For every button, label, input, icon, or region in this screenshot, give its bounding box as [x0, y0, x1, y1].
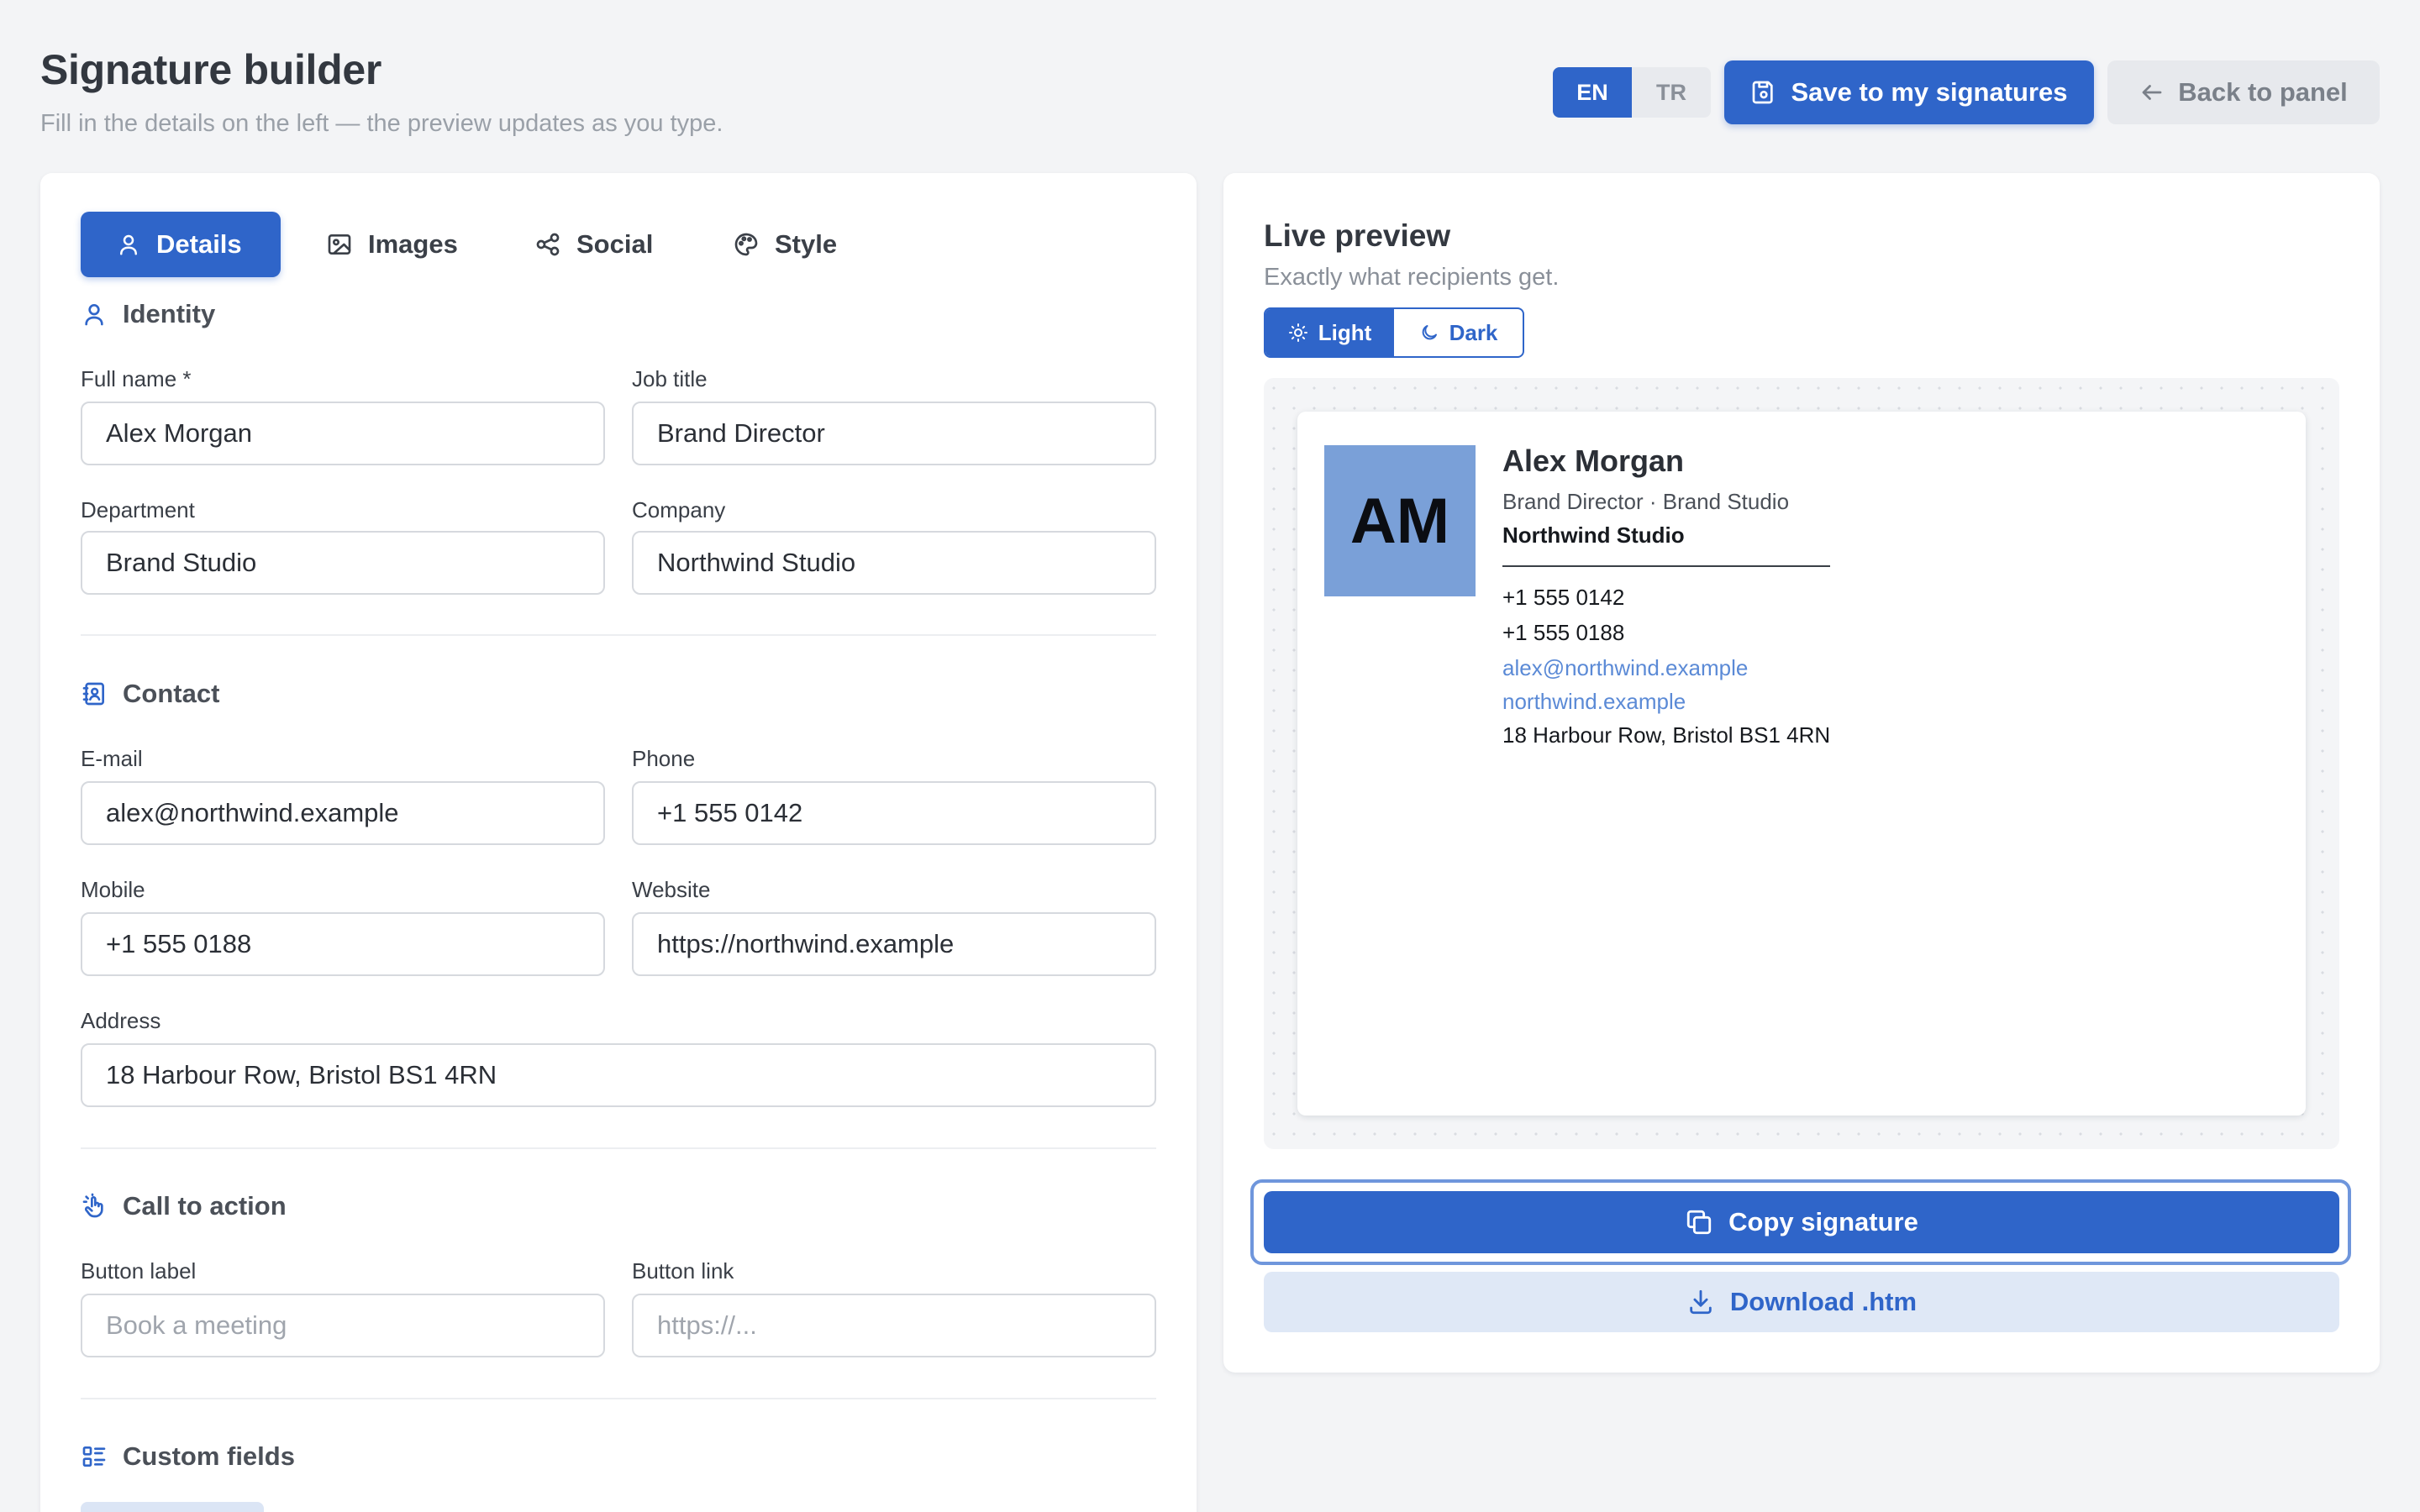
button-label-input[interactable]: Book a meeting	[81, 1294, 605, 1357]
button-link-input[interactable]: https://...	[632, 1294, 1156, 1357]
address-input[interactable]: 18 Harbour Row, Bristol BS1 4RN	[81, 1043, 1156, 1107]
image-icon	[326, 231, 353, 258]
signature-mobile: +1 555 0188	[1502, 620, 1625, 645]
cta-section-heading: Call to action	[81, 1191, 287, 1221]
save-to-signatures-button[interactable]: Save to my signatures	[1724, 60, 2094, 124]
signature-name: Alex Morgan	[1502, 444, 1685, 478]
arrow-left-icon	[2139, 80, 2165, 105]
preview-title: Live preview	[1264, 218, 1451, 253]
tab-details[interactable]: Details	[81, 212, 281, 277]
theme-light-label: Light	[1318, 319, 1372, 345]
cta-heading-label: Call to action	[123, 1191, 287, 1221]
job-title-label: Job title	[632, 366, 708, 391]
contact-heading-label: Contact	[123, 679, 220, 708]
user-icon	[81, 301, 108, 328]
theme-light-button[interactable]: Light	[1265, 309, 1394, 356]
copy-signature-label: Copy signature	[1728, 1207, 1918, 1236]
back-to-panel-button[interactable]: Back to panel	[2107, 60, 2380, 124]
signature-divider	[1502, 565, 1830, 567]
signature-role: Brand Director · Brand Studio	[1502, 489, 1790, 514]
avatar: AM	[1324, 445, 1476, 596]
custom-fields-heading-label: Custom fields	[123, 1441, 295, 1471]
section-divider	[81, 1147, 1156, 1149]
identity-section-heading: Identity	[81, 299, 215, 329]
download-icon	[1686, 1288, 1715, 1316]
sun-icon	[1288, 323, 1308, 343]
theme-dark-label: Dark	[1449, 319, 1498, 345]
moon-icon	[1419, 323, 1439, 343]
signature-email-link[interactable]: alex@northwind.example	[1502, 655, 1748, 681]
department-input[interactable]: Brand Studio	[81, 531, 605, 595]
contact-section-heading: Contact	[81, 679, 219, 709]
custom-fields-section-heading: Custom fields	[81, 1441, 295, 1472]
button-link-label: Button link	[632, 1258, 734, 1284]
list-details-icon	[81, 1443, 108, 1470]
address-book-icon	[81, 680, 108, 707]
copy-icon	[1685, 1208, 1713, 1236]
tab-images[interactable]: Images	[291, 212, 493, 277]
back-button-label: Back to panel	[2178, 77, 2348, 107]
section-divider	[81, 634, 1156, 636]
download-htm-button[interactable]: Download .htm	[1264, 1272, 2339, 1332]
preview-subtitle: Exactly what recipients get.	[1264, 264, 1560, 291]
email-label: E-mail	[81, 746, 143, 771]
signature-address: 18 Harbour Row, Bristol BS1 4RN	[1502, 722, 1831, 748]
job-title-input[interactable]: Brand Director	[632, 402, 1156, 465]
tab-style[interactable]: Style	[697, 212, 872, 277]
button-label-label: Button label	[81, 1258, 197, 1284]
full-name-input[interactable]: Alex Morgan	[81, 402, 605, 465]
company-input[interactable]: Northwind Studio	[632, 531, 1156, 595]
palette-icon	[733, 231, 760, 258]
lang-tr-button[interactable]: TR	[1632, 67, 1711, 118]
website-label: Website	[632, 877, 711, 902]
identity-heading-label: Identity	[123, 299, 216, 328]
section-divider	[81, 1398, 1156, 1399]
department-label: Department	[81, 497, 195, 522]
page-subtitle: Fill in the details on the left — the pr…	[40, 110, 723, 137]
add-custom-field-button[interactable]	[81, 1502, 264, 1512]
lang-en-button[interactable]: EN	[1553, 67, 1632, 118]
email-input[interactable]: alex@northwind.example	[81, 781, 605, 845]
tab-social-label: Social	[576, 229, 654, 259]
tab-images-label: Images	[368, 229, 458, 259]
signature-phone: +1 555 0142	[1502, 585, 1625, 610]
mobile-input[interactable]: +1 555 0188	[81, 912, 605, 976]
phone-label: Phone	[632, 746, 696, 771]
theme-dark-button[interactable]: Dark	[1394, 309, 1523, 356]
theme-toggle: Light Dark	[1264, 307, 1524, 358]
language-toggle: EN TR	[1553, 67, 1711, 118]
copy-signature-button[interactable]: Copy signature	[1264, 1191, 2339, 1253]
tab-social[interactable]: Social	[499, 212, 688, 277]
mobile-label: Mobile	[81, 877, 145, 902]
download-htm-label: Download .htm	[1729, 1287, 1918, 1316]
page-title: Signature builder	[40, 46, 382, 93]
company-label: Company	[632, 497, 726, 522]
website-input[interactable]: https://northwind.example	[632, 912, 1156, 976]
user-icon	[116, 232, 141, 257]
pointer-click-icon	[81, 1193, 108, 1220]
signature-company: Northwind Studio	[1502, 522, 1685, 548]
save-button-label: Save to my signatures	[1791, 77, 2068, 107]
tab-style-label: Style	[775, 229, 838, 259]
address-label: Address	[81, 1008, 161, 1033]
save-icon	[1750, 79, 1777, 106]
full-name-label: Full name *	[81, 366, 192, 391]
tab-details-label: Details	[156, 229, 242, 259]
signature-website-link[interactable]: northwind.example	[1502, 689, 1686, 715]
phone-input[interactable]: +1 555 0142	[632, 781, 1156, 845]
share-icon	[534, 231, 561, 258]
